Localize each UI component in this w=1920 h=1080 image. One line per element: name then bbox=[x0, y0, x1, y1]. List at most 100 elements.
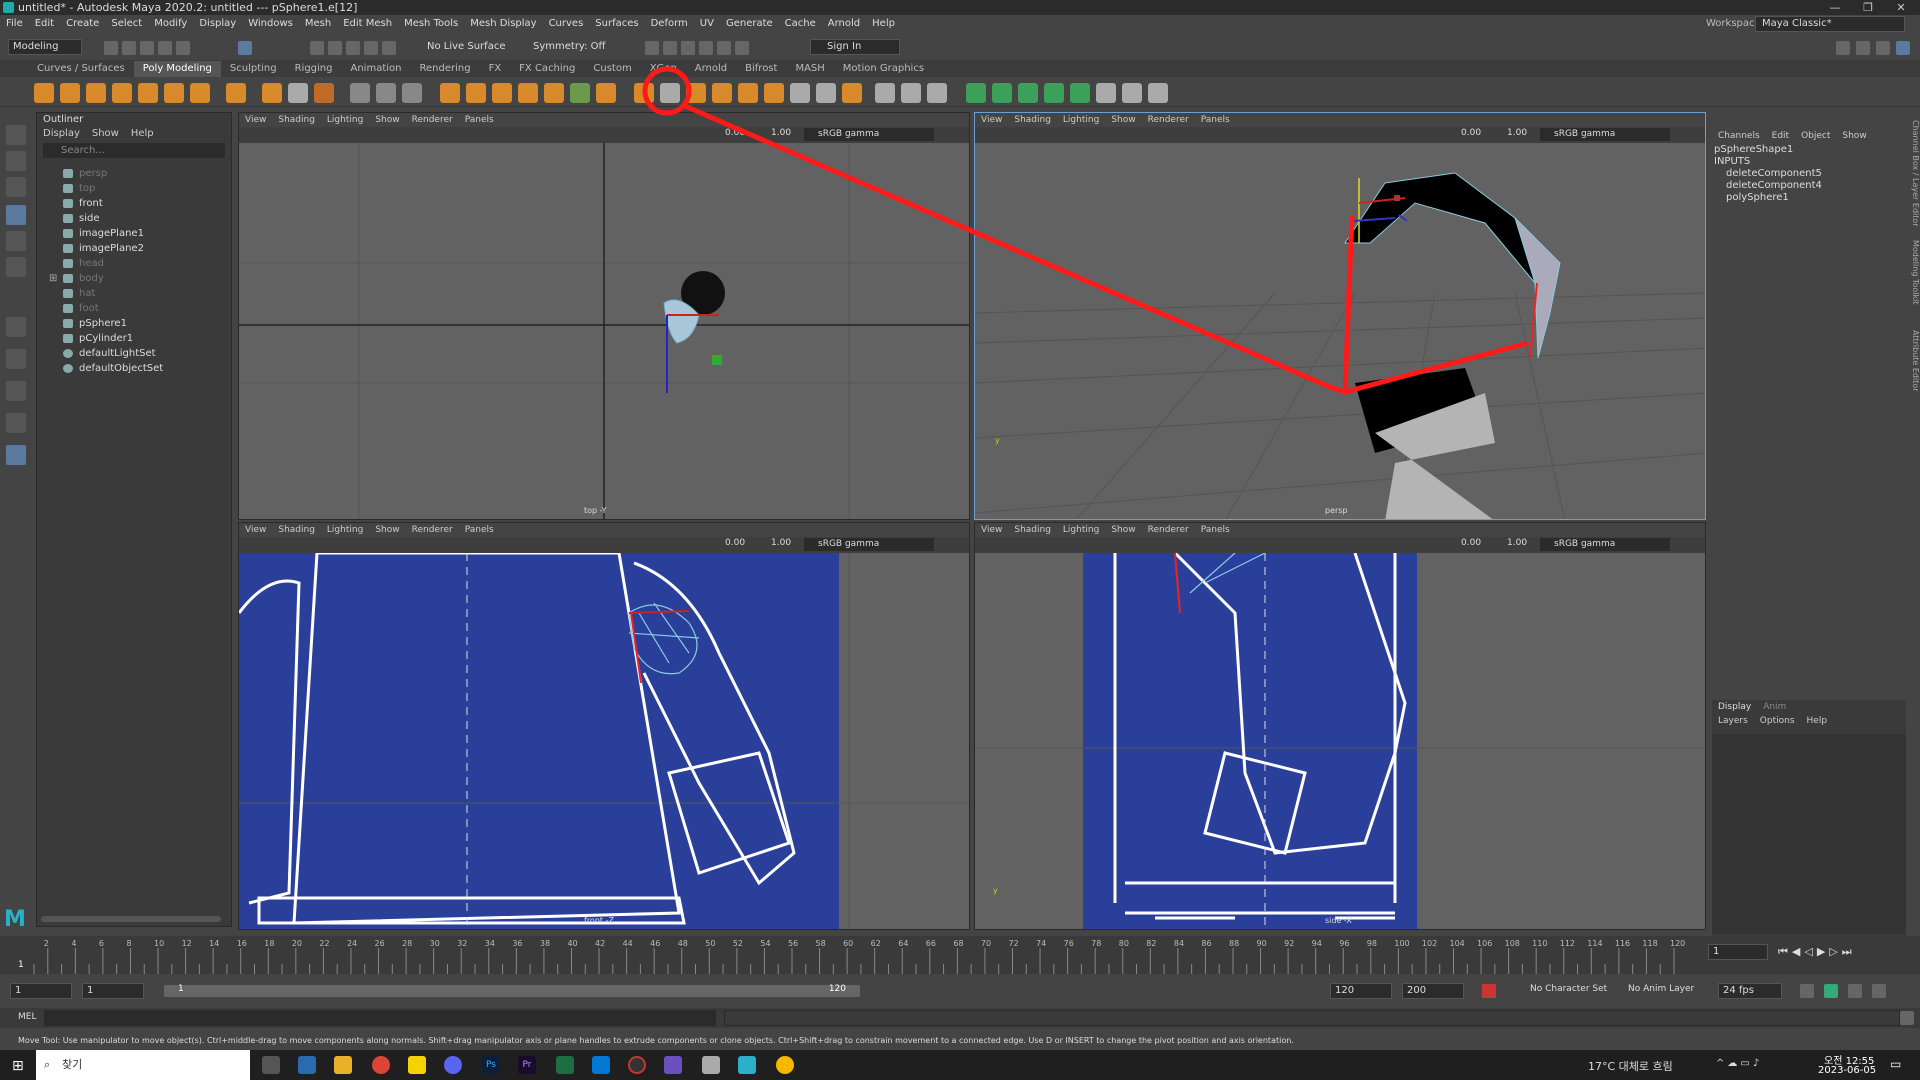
side-tab-attribute-editor[interactable]: Attribute Editor bbox=[1906, 330, 1920, 410]
save-scene-icon[interactable] bbox=[140, 41, 154, 55]
cb-menu-edit[interactable]: Edit bbox=[1766, 131, 1795, 141]
file-explorer-icon[interactable] bbox=[334, 1056, 352, 1074]
outliner-item-imageplane2[interactable]: imagePlane2 bbox=[37, 241, 231, 256]
poly-disc-icon[interactable] bbox=[190, 83, 210, 103]
weather-text[interactable]: 17°C 대체로 흐림 bbox=[1588, 1058, 1673, 1074]
layout-icon[interactable] bbox=[1836, 41, 1850, 55]
redo-icon[interactable] bbox=[176, 41, 190, 55]
color-space-dropdown[interactable]: sRGB gamma bbox=[1540, 538, 1670, 551]
script-editor-icon[interactable] bbox=[1900, 1011, 1914, 1025]
sculpt-icon[interactable] bbox=[875, 83, 895, 103]
snap-curve-icon[interactable] bbox=[328, 41, 342, 55]
bridge-icon[interactable] bbox=[518, 83, 538, 103]
color-space-dropdown[interactable]: sRGB gamma bbox=[1540, 128, 1670, 141]
playback-controls[interactable]: ⏮◀◁▶▷⏭ bbox=[1778, 945, 1856, 959]
vp-menu-renderer[interactable]: Renderer bbox=[1142, 525, 1195, 535]
render-icon[interactable] bbox=[645, 41, 659, 55]
paint-select-icon[interactable] bbox=[6, 177, 26, 197]
sign-in-button[interactable]: Sign In bbox=[810, 39, 900, 55]
cb-menu-object[interactable]: Object bbox=[1795, 131, 1836, 141]
grab-icon[interactable] bbox=[927, 83, 947, 103]
relax-icon[interactable] bbox=[901, 83, 921, 103]
photoshop-icon[interactable]: Ps bbox=[482, 1056, 500, 1074]
start-frame-field[interactable]: 1 bbox=[10, 983, 72, 999]
uv-editor-icon[interactable] bbox=[1096, 83, 1116, 103]
vp-menu-view[interactable]: View bbox=[975, 525, 1008, 535]
svg-icon[interactable] bbox=[314, 83, 334, 103]
menu-modify[interactable]: Modify bbox=[148, 15, 193, 33]
gamma-value[interactable]: 1.00 bbox=[771, 128, 791, 138]
shelf-tab-motion-graphics[interactable]: Motion Graphics bbox=[834, 61, 933, 77]
poly-sphere-icon[interactable] bbox=[34, 83, 54, 103]
color-space-dropdown[interactable]: sRGB gamma bbox=[804, 538, 934, 551]
shelf-tab-bifrost[interactable]: Bifrost bbox=[736, 61, 786, 77]
select-mode-icon[interactable] bbox=[238, 41, 252, 55]
menu-file[interactable]: File bbox=[0, 15, 29, 33]
current-frame-field[interactable]: 1 bbox=[1708, 944, 1768, 960]
connect-icon[interactable] bbox=[712, 83, 732, 103]
menu-arnold[interactable]: Arnold bbox=[822, 15, 866, 33]
viewport-top[interactable]: View Shading Lighting Show Renderer Panels 0.… bbox=[238, 112, 970, 520]
premiere-icon[interactable]: Pr bbox=[518, 1056, 536, 1074]
outliner-item-body[interactable]: ⊞ body bbox=[37, 271, 231, 286]
viewport-front[interactable]: View Shading Lighting Show Renderer Panels 0.… bbox=[238, 522, 970, 930]
viewport-side[interactable]: View Shading Lighting Show Renderer Panels 0.… bbox=[974, 522, 1706, 930]
shelf-tab-curves-surfaces[interactable]: Curves / Surfaces bbox=[28, 61, 134, 77]
character-set-dropdown[interactable]: No Character Set bbox=[1530, 984, 1607, 994]
vp-menu-shading[interactable]: Shading bbox=[1008, 115, 1057, 125]
vp-menu-panels[interactable]: Panels bbox=[1195, 525, 1236, 535]
shelf-tab-rendering[interactable]: Rendering bbox=[410, 61, 479, 77]
close-icon[interactable]: ✕ bbox=[1886, 0, 1916, 15]
vp-menu-renderer[interactable]: Renderer bbox=[406, 115, 459, 125]
text-icon[interactable] bbox=[288, 83, 308, 103]
multi-cut-icon[interactable] bbox=[634, 83, 654, 103]
layer-tab-display[interactable]: Display bbox=[1712, 702, 1757, 712]
outliner-item-front[interactable]: front bbox=[37, 196, 231, 211]
render-settings-icon[interactable] bbox=[681, 41, 695, 55]
outliner-menu-help[interactable]: Help bbox=[125, 128, 160, 139]
toolbox-toggle-icon[interactable] bbox=[1876, 41, 1890, 55]
vp-menu-lighting[interactable]: Lighting bbox=[321, 115, 369, 125]
quad-draw-icon[interactable] bbox=[790, 83, 810, 103]
excel-icon[interactable] bbox=[556, 1056, 574, 1074]
playback-start-field[interactable]: 1 bbox=[82, 983, 144, 999]
last-tool-icon[interactable] bbox=[6, 317, 26, 337]
vp-menu-show[interactable]: Show bbox=[1105, 525, 1141, 535]
poly-plane-icon[interactable] bbox=[164, 83, 184, 103]
show-manipulator-icon[interactable] bbox=[6, 349, 26, 369]
uv-layout-icon[interactable] bbox=[1122, 83, 1142, 103]
mel-input[interactable] bbox=[44, 1010, 716, 1026]
uv-cylindrical-icon[interactable] bbox=[992, 83, 1012, 103]
poly-cube-icon[interactable] bbox=[60, 83, 80, 103]
app-icon[interactable] bbox=[664, 1056, 682, 1074]
select-tool-icon[interactable] bbox=[6, 125, 26, 145]
mirror-icon[interactable] bbox=[466, 83, 486, 103]
cb-menu-show[interactable]: Show bbox=[1836, 131, 1872, 141]
shelf-tab-xgen[interactable]: XGen bbox=[641, 61, 686, 77]
menu-surfaces[interactable]: Surfaces bbox=[589, 15, 644, 33]
sweep-mesh-icon[interactable] bbox=[262, 83, 282, 103]
separate-icon[interactable] bbox=[376, 83, 396, 103]
poly-cylinder-icon[interactable] bbox=[86, 83, 106, 103]
symmetry-label[interactable]: Symmetry: Off bbox=[533, 41, 605, 52]
outliner-item-defaultobjectset[interactable]: defaultObjectSet bbox=[37, 361, 231, 376]
shelf-tab-sculpting[interactable]: Sculpting bbox=[221, 61, 286, 77]
input-item[interactable]: deleteComponent4 bbox=[1712, 180, 1906, 192]
vp-menu-renderer[interactable]: Renderer bbox=[1142, 115, 1195, 125]
combine-icon[interactable] bbox=[350, 83, 370, 103]
shelf-tab-rigging[interactable]: Rigging bbox=[286, 61, 342, 77]
menu-edit[interactable]: Edit bbox=[29, 15, 60, 33]
collapse-icon[interactable] bbox=[738, 83, 758, 103]
outliner-item-foot[interactable]: foot bbox=[37, 301, 231, 316]
exposure-value[interactable]: 0.00 bbox=[725, 128, 745, 138]
time-slider[interactable]: 2 4 6 8 10 12 14 16 18 20 22 24 26 28 30 32 34 36 38 40 42 44… bbox=[0, 936, 1920, 974]
clock-date[interactable]: 2023-06-05 bbox=[1818, 1065, 1876, 1076]
outliner-item-hat[interactable]: hat bbox=[37, 286, 231, 301]
maximize-icon[interactable]: ❐ bbox=[1853, 0, 1883, 15]
selected-edge[interactable] bbox=[1529, 282, 1538, 359]
snap-point-icon[interactable] bbox=[346, 41, 360, 55]
windows-start-icon[interactable]: ⊞ bbox=[12, 1058, 24, 1074]
vp-menu-show[interactable]: Show bbox=[369, 115, 405, 125]
menu-windows[interactable]: Windows bbox=[242, 15, 299, 33]
fps-dropdown[interactable]: 24 fps bbox=[1718, 983, 1782, 999]
